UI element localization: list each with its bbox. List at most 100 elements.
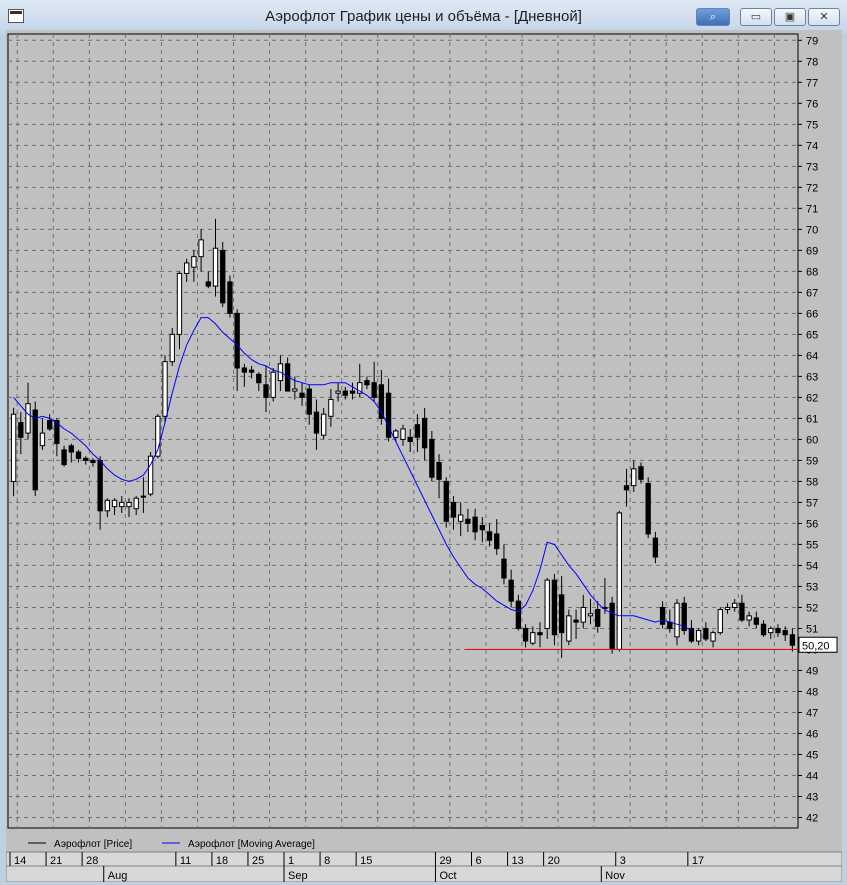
candle-body <box>501 558 507 579</box>
y-tick-label: 73 <box>806 161 818 173</box>
candle-body <box>515 600 522 629</box>
candle-body <box>176 272 183 335</box>
y-tick-label: 54 <box>806 560 818 572</box>
candle-body <box>775 627 781 634</box>
y-tick-label: 72 <box>806 182 818 194</box>
x-tick-label: 1 <box>288 855 294 867</box>
last-price-label: 50,20 <box>802 640 830 652</box>
candle-body <box>104 499 111 512</box>
candle-body <box>18 422 24 438</box>
candle-body <box>97 459 103 512</box>
x-tick-label: 15 <box>360 855 372 867</box>
x-tick-label: 3 <box>620 855 626 867</box>
candle-body <box>458 514 464 522</box>
window-titlebar: Аэрофлот График цены и объёма - [Дневной… <box>0 0 847 34</box>
candle-body <box>25 403 31 434</box>
chart-legend: Аэрофлот [Price] Аэрофлот [Moving Averag… <box>28 838 315 850</box>
x-tick-label: 8 <box>324 855 330 867</box>
y-tick-label: 65 <box>806 329 818 341</box>
candle-body <box>111 499 118 508</box>
y-tick-label: 55 <box>806 539 818 551</box>
y-tick-label: 67 <box>806 287 818 299</box>
y-tick-label: 61 <box>806 413 818 425</box>
minimize-button[interactable]: ▭ <box>740 8 772 26</box>
candle-body <box>587 613 594 617</box>
candle-body <box>768 627 774 634</box>
y-tick-label: 62 <box>806 392 818 404</box>
candle-body <box>299 392 305 398</box>
candle-body <box>205 281 211 287</box>
candle-body <box>508 579 514 602</box>
candle-body <box>270 371 276 398</box>
candle-body <box>306 388 312 415</box>
y-tick-label: 78 <box>806 56 818 68</box>
candle-body <box>140 495 147 498</box>
candle-body <box>335 390 341 394</box>
legend-ma-label: Аэрофлот [Moving Average] <box>188 838 315 850</box>
y-tick-label: 64 <box>806 350 818 362</box>
chart-area[interactable]: 79 78 77 76 75 74 73 72 71 70 69 68 67 66 65 64 63 62 61 60… <box>6 30 842 882</box>
y-tick-label: 52 <box>806 602 818 614</box>
y-tick-label: 42 <box>806 812 818 824</box>
candle-body <box>695 630 702 642</box>
y-tick-label: 60 <box>806 434 818 446</box>
candle-body <box>739 602 745 621</box>
candle-body <box>609 602 615 650</box>
price-volume-chart[interactable]: 7978777675747372717069686766656463626160… <box>6 30 842 882</box>
candle-body <box>212 247 219 287</box>
maximize-icon: ▣ <box>784 11 796 23</box>
y-tick-label: 66 <box>806 308 818 320</box>
candle-body <box>61 449 67 466</box>
candle-body <box>400 428 406 440</box>
y-tick-label: 74 <box>806 140 818 152</box>
candle-body <box>450 501 457 518</box>
y-tick-label: 57 <box>806 497 818 509</box>
y-tick-label: 43 <box>806 791 818 803</box>
candle-body <box>119 501 125 508</box>
candle-body <box>39 432 46 447</box>
candle-body <box>537 632 543 636</box>
pin-icon: ⌕ <box>709 11 717 23</box>
candle-body <box>710 632 716 642</box>
candle-body <box>724 606 731 611</box>
candle-body <box>263 384 269 398</box>
candle-body <box>573 619 579 623</box>
x-tick-label: 14 <box>14 855 26 867</box>
candle-body <box>162 361 168 417</box>
candle-body <box>46 419 53 430</box>
candle-body <box>544 579 550 629</box>
candle-body <box>248 369 255 373</box>
x-tick-label: 25 <box>252 855 264 867</box>
y-tick-label: 44 <box>806 770 818 782</box>
candle-body <box>717 609 723 634</box>
candle-body <box>631 468 637 487</box>
y-tick-label: 75 <box>806 119 818 131</box>
x-tick-label: 29 <box>439 855 451 867</box>
candle-body <box>349 390 356 394</box>
candle-body <box>393 430 399 438</box>
candle-body <box>32 409 38 491</box>
y-tick-label: 63 <box>806 371 818 383</box>
candle-body <box>732 602 738 608</box>
candle-body <box>342 390 348 396</box>
candle-body <box>703 627 709 640</box>
maximize-button[interactable]: ▣ <box>774 8 806 26</box>
candle-body <box>407 436 413 443</box>
x-tick-label: 6 <box>476 855 482 867</box>
candle-body <box>667 621 673 629</box>
x-tick-label: 18 <box>216 855 228 867</box>
candle-body <box>436 462 442 480</box>
candle-body <box>429 438 435 478</box>
close-button[interactable]: ✕ <box>808 8 840 26</box>
candle-body <box>321 413 327 436</box>
candle-body <box>494 533 500 550</box>
pin-button[interactable]: ⌕ <box>696 8 730 26</box>
y-tick-label: 59 <box>806 455 818 467</box>
candle-body <box>645 483 651 535</box>
candle-body <box>227 281 233 314</box>
candle-body <box>133 497 139 510</box>
candle-body <box>753 617 760 625</box>
candle-body <box>638 466 644 480</box>
y-tick-label: 49 <box>806 665 818 677</box>
candle-body <box>220 249 226 304</box>
